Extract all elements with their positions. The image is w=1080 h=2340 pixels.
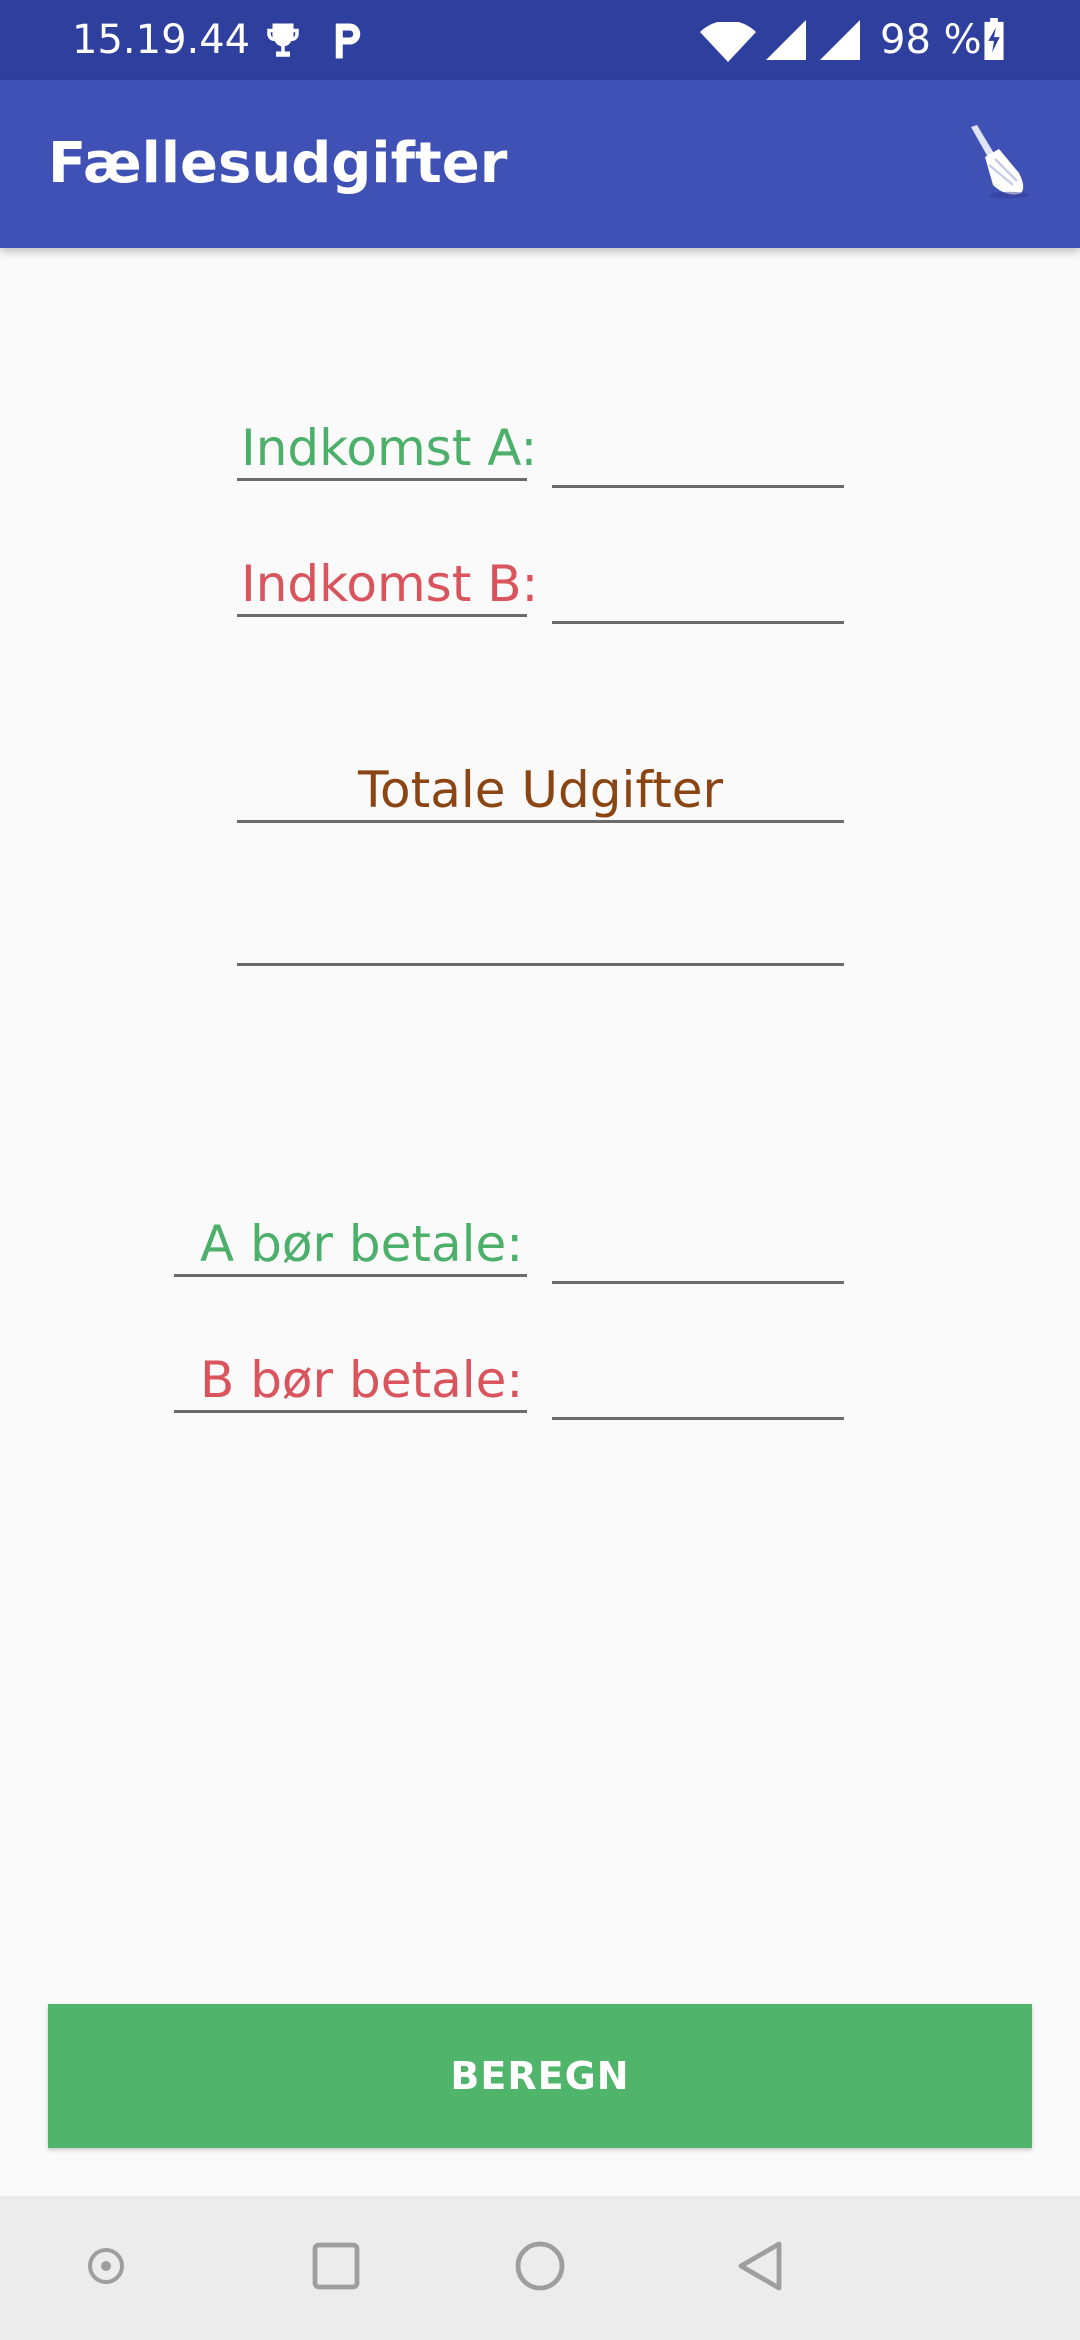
parking-icon: [330, 20, 366, 66]
back-button[interactable]: [724, 2232, 796, 2304]
battery-icon: [982, 18, 1006, 64]
assist-button[interactable]: [70, 2232, 142, 2304]
app-bar: Fællesudgifter: [0, 80, 1080, 248]
b-should-pay-label: B bør betale:: [174, 1350, 527, 1413]
income-b-label: Indkomst B:: [237, 554, 538, 617]
income-a-input[interactable]: [552, 428, 844, 488]
total-expenses-label: Totale Udgifter: [237, 760, 844, 823]
a-should-pay-output: [552, 1224, 844, 1284]
navigation-bar: [0, 2196, 1080, 2340]
status-bar: 15.19.44 98 %: [0, 0, 1080, 80]
signal-icon: [766, 20, 806, 64]
income-b-input[interactable]: [552, 564, 844, 624]
home-button[interactable]: [504, 2232, 576, 2304]
back-triangle-icon: [735, 2240, 785, 2296]
b-should-pay-output: [552, 1360, 844, 1420]
broom-icon: [961, 125, 1031, 203]
app-title: Fællesudgifter: [48, 131, 508, 196]
home-circle-icon: [514, 2240, 566, 2296]
total-expenses-input[interactable]: [237, 906, 844, 966]
battery-percentage: 98 %: [880, 17, 982, 63]
wifi-icon: [700, 20, 756, 66]
recents-square-icon: [311, 2241, 361, 2295]
trophy-icon: [262, 20, 304, 66]
dot-circle-icon: [86, 2246, 126, 2290]
calculate-button[interactable]: BEREGN: [48, 2004, 1032, 2148]
status-time: 15.19.44: [72, 17, 251, 63]
clear-button[interactable]: [948, 116, 1044, 212]
recents-button[interactable]: [300, 2232, 372, 2304]
a-should-pay-label: A bør betale:: [174, 1214, 527, 1277]
income-a-label: Indkomst A:: [237, 418, 537, 481]
signal-icon: [820, 20, 860, 64]
calculate-button-label: BEREGN: [450, 2054, 630, 2098]
